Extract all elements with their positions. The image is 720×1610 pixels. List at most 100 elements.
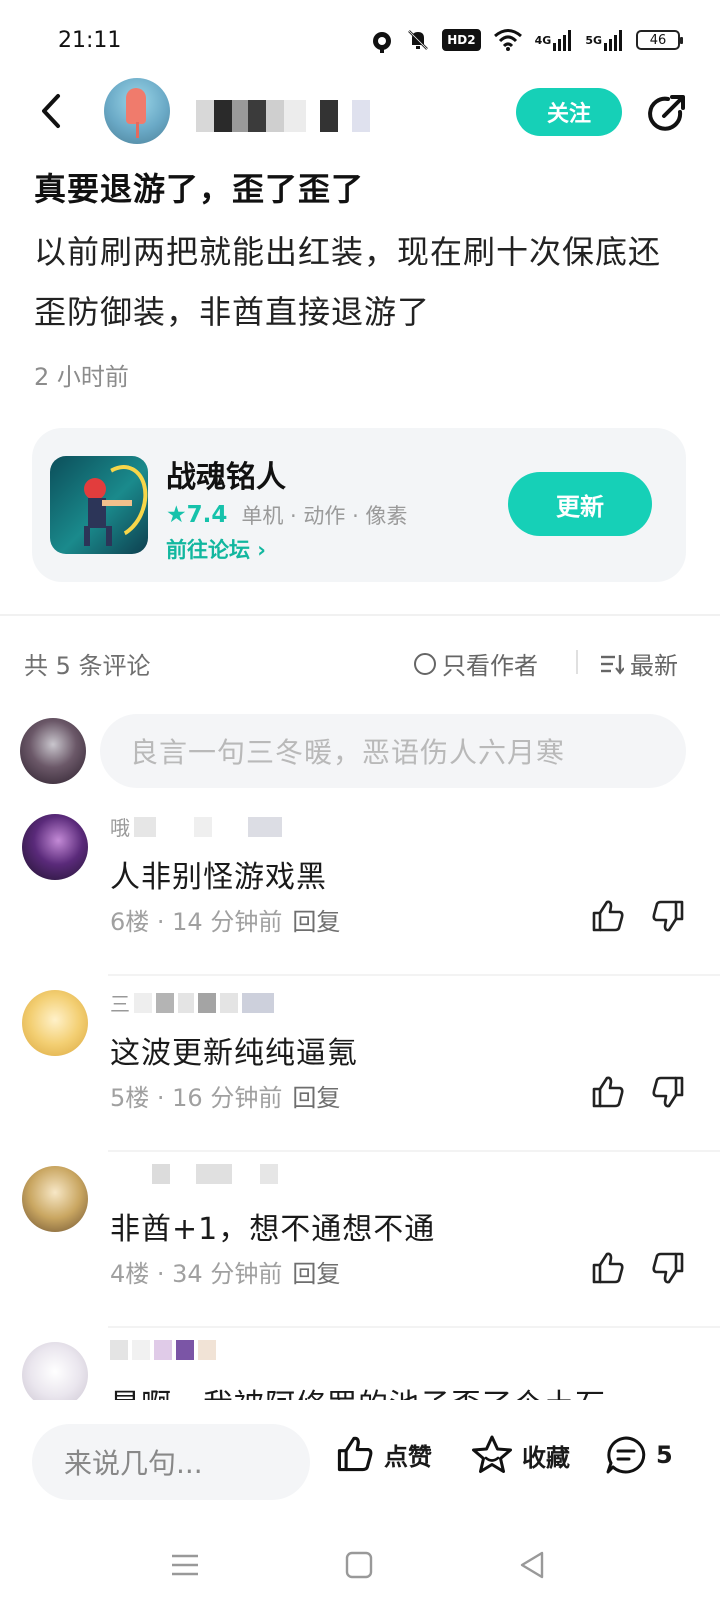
update-button[interactable]: 更新 [508, 472, 652, 536]
forum-link[interactable]: 前往论坛 › [166, 534, 266, 564]
commenter-avatar[interactable] [22, 1166, 88, 1232]
collect-label: 收藏 [522, 1443, 570, 1472]
dislike-button[interactable] [650, 1074, 686, 1110]
comment-bubble-icon [606, 1436, 646, 1474]
comments-count: 共 5 条评论 [24, 652, 151, 680]
thumbs-down-icon [652, 1076, 684, 1108]
reply-button[interactable]: 回复 [292, 1084, 340, 1112]
comment-meta: 6楼 · 14 分钟前 回复 [110, 902, 340, 937]
status-icons: HD2 4G 5G 46 [370, 26, 683, 54]
back-arrow-icon [42, 94, 60, 128]
status-time: 21:11 [58, 28, 122, 53]
system-nav-bar [0, 1518, 720, 1610]
comment-floor-time: 6楼 · 14 分钟前 [110, 908, 283, 936]
dislike-button[interactable] [650, 898, 686, 934]
commenter-avatar[interactable] [22, 990, 88, 1056]
back-triangle-icon [520, 1551, 544, 1579]
follow-button[interactable]: 关注 [516, 88, 622, 136]
comment-separator [108, 1326, 720, 1328]
mute-icon [406, 26, 430, 54]
back-button[interactable] [34, 88, 74, 134]
author-only-label: 只看作者 [442, 652, 538, 680]
author-avatar[interactable] [104, 78, 170, 144]
flamingo-shape [126, 88, 146, 124]
status-bar: 21:11 HD2 4G 5G 46 [0, 0, 720, 80]
commenter-avatar[interactable] [22, 1342, 88, 1400]
post-time: 2 小时前 [34, 363, 129, 391]
like-button[interactable] [590, 898, 626, 934]
comment-text: 非酋+1，想不通想不通 [110, 1212, 436, 1247]
comment-text: 是啊，我被阿修罗的池子歪了个土石 [110, 1380, 606, 1400]
commenter-name-prefix: 三 [110, 992, 130, 1016]
header-separator [576, 650, 578, 674]
menu-button[interactable] [168, 1548, 202, 1582]
signal-5g-label: 5G [585, 33, 602, 47]
hd-icon: HD2 [442, 29, 481, 51]
comment-floor-time: 4楼 · 34 分钟前 [110, 1260, 283, 1288]
game-icon-hero-arm [102, 500, 132, 506]
commenter-name[interactable] [110, 1164, 278, 1184]
comments-button[interactable]: 5 [604, 1434, 673, 1476]
reply-button[interactable]: 回复 [292, 908, 340, 936]
reply-button[interactable]: 回复 [292, 1260, 340, 1288]
commenter-avatar[interactable] [22, 814, 88, 880]
comment-text: 这波更新纯纯逼氪 [110, 1036, 358, 1071]
game-icon-hero-head [84, 478, 106, 500]
author-name-blurred[interactable] [196, 100, 370, 132]
game-icon[interactable] [50, 456, 148, 554]
signal-5g-icon: 5G [585, 26, 624, 54]
commenter-name[interactable]: 三 [110, 988, 274, 1017]
share-icon [648, 95, 685, 131]
comment-count: 5 [656, 1441, 673, 1469]
signal-4g-icon: 4G [535, 26, 574, 54]
my-avatar[interactable] [20, 718, 86, 784]
radio-circle-icon [414, 652, 436, 675]
wifi-icon [493, 26, 523, 54]
comment-input[interactable]: 良言一句三冬暖，恶语伤人六月寒 [100, 714, 686, 788]
like-button[interactable] [590, 1250, 626, 1286]
comment-meta: 4楼 · 34 分钟前 回复 [110, 1254, 340, 1289]
thumbs-down-icon [652, 900, 684, 932]
like-label: 点赞 [384, 1442, 432, 1471]
menu-icon [172, 1554, 198, 1576]
post-body: 以前刷两把就能出红装，现在刷十次保底还歪防御装，非酋直接退游了 [34, 233, 662, 331]
home-square-icon [345, 1551, 373, 1579]
system-back-button[interactable] [516, 1548, 550, 1582]
thumbs-up-icon [592, 900, 624, 932]
thumbs-up-icon [592, 1076, 624, 1108]
sort-latest-label: 最新 [630, 652, 678, 680]
comment-separator [108, 1150, 720, 1152]
comment-floor-time: 5楼 · 16 分钟前 [110, 1084, 283, 1112]
author-only-toggle[interactable]: 只看作者 [414, 646, 538, 681]
sort-icon [601, 654, 624, 675]
like-post-button[interactable]: 点赞 [334, 1434, 432, 1474]
bottom-action-bar: 来说几句... 点赞 收藏 5 [0, 1400, 720, 1518]
comment-item: 是啊，我被阿修罗的池子歪了个土石 [0, 1334, 720, 1400]
commenter-name[interactable] [110, 1340, 216, 1360]
comment-item: 非酋+1，想不通想不通 4楼 · 34 分钟前 回复 [0, 1158, 720, 1328]
collect-button[interactable]: 收藏 [470, 1434, 570, 1476]
home-button[interactable] [342, 1548, 376, 1582]
dislike-button[interactable] [650, 1250, 686, 1286]
sort-latest-button[interactable]: 最新 [600, 646, 678, 681]
thumbs-up-icon [337, 1436, 373, 1472]
like-button[interactable] [590, 1074, 626, 1110]
commenter-name[interactable]: 哦 [110, 812, 282, 841]
comments-header: 共 5 条评论 只看作者 最新 [0, 640, 720, 680]
signal-4g-label: 4G [534, 33, 552, 47]
battery-icon: 46 [636, 30, 683, 50]
thumbs-up-icon [592, 1252, 624, 1284]
game-card[interactable]: 战魂铭人 ★7.4 单机 · 动作 · 像素 前往论坛 › 更新 [32, 428, 686, 582]
comment-item: 三 这波更新纯纯逼氪 5楼 · 16 分钟前 回复 [0, 982, 720, 1152]
game-name[interactable]: 战魂铭人 [166, 452, 286, 496]
say-something-input[interactable]: 来说几句... [32, 1424, 310, 1500]
game-icon-hero-legs [84, 526, 112, 546]
flamingo-leg-shape [136, 122, 139, 138]
commenter-name-prefix: 哦 [110, 816, 130, 840]
game-rating: ★7.4 [166, 502, 228, 528]
comment-item: 哦 人非别怪游戏黑 6楼 · 14 分钟前 回复 [0, 806, 720, 976]
alarm-icon [370, 26, 394, 54]
game-tags: 单机 · 动作 · 像素 [241, 504, 408, 528]
section-divider [0, 614, 720, 616]
share-button[interactable] [644, 92, 688, 136]
